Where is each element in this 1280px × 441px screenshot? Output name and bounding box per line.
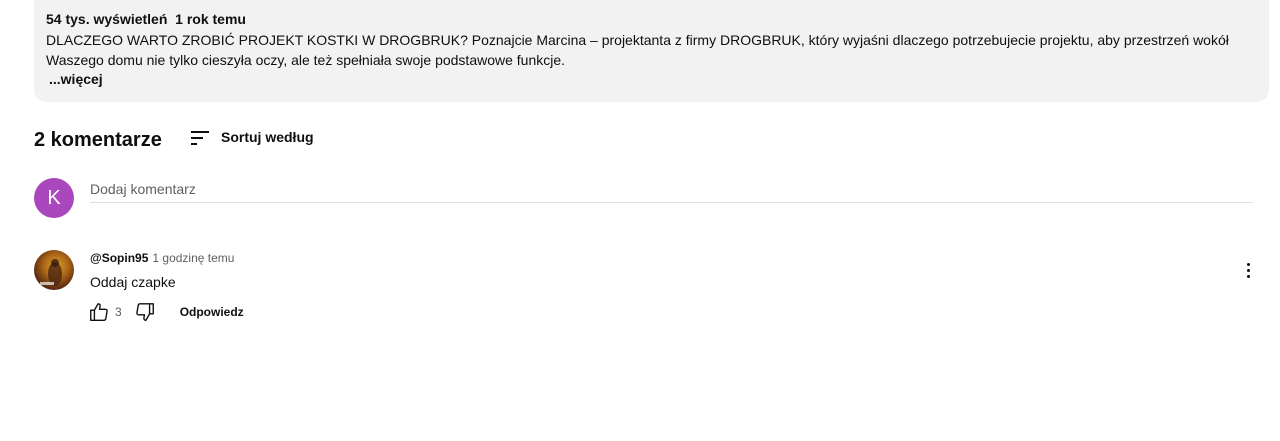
comment-time[interactable]: 1 godzinę temu [152,251,234,265]
description-box[interactable]: 54 tys. wyświetleń 1 rok temu DLACZEGO W… [34,0,1269,102]
sort-icon [190,128,210,146]
comment-header: @Sopin95 1 godzinę temu [90,251,234,267]
dislike-icon[interactable] [134,301,156,323]
sort-button[interactable]: Sortuj według [190,125,314,149]
more-actions-icon[interactable] [1238,259,1258,281]
comment-text: Oddaj czapke [90,274,176,290]
like-count: 3 [115,305,122,319]
description-meta: 54 tys. wyświetleń 1 rok temu [46,11,246,27]
like-icon[interactable] [88,301,110,323]
add-comment-input[interactable] [90,176,1253,203]
user-avatar[interactable]: K [34,178,74,218]
comments-count: 2 komentarze [34,129,162,151]
comments-header: 2 komentarze [34,126,162,154]
sort-label: Sortuj według [221,129,314,145]
comment-actions: 3 Odpowiedz [88,301,244,323]
show-more-button[interactable]: ...więcej [49,70,103,88]
avatar-image [40,259,62,286]
comment-author[interactable]: @Sopin95 [90,251,148,265]
reply-button[interactable]: Odpowiedz [180,305,244,319]
comment-author-avatar[interactable] [34,250,74,290]
description-text: DLACZEGO WARTO ZROBIĆ PROJEKT KOSTKI W D… [46,32,1229,68]
